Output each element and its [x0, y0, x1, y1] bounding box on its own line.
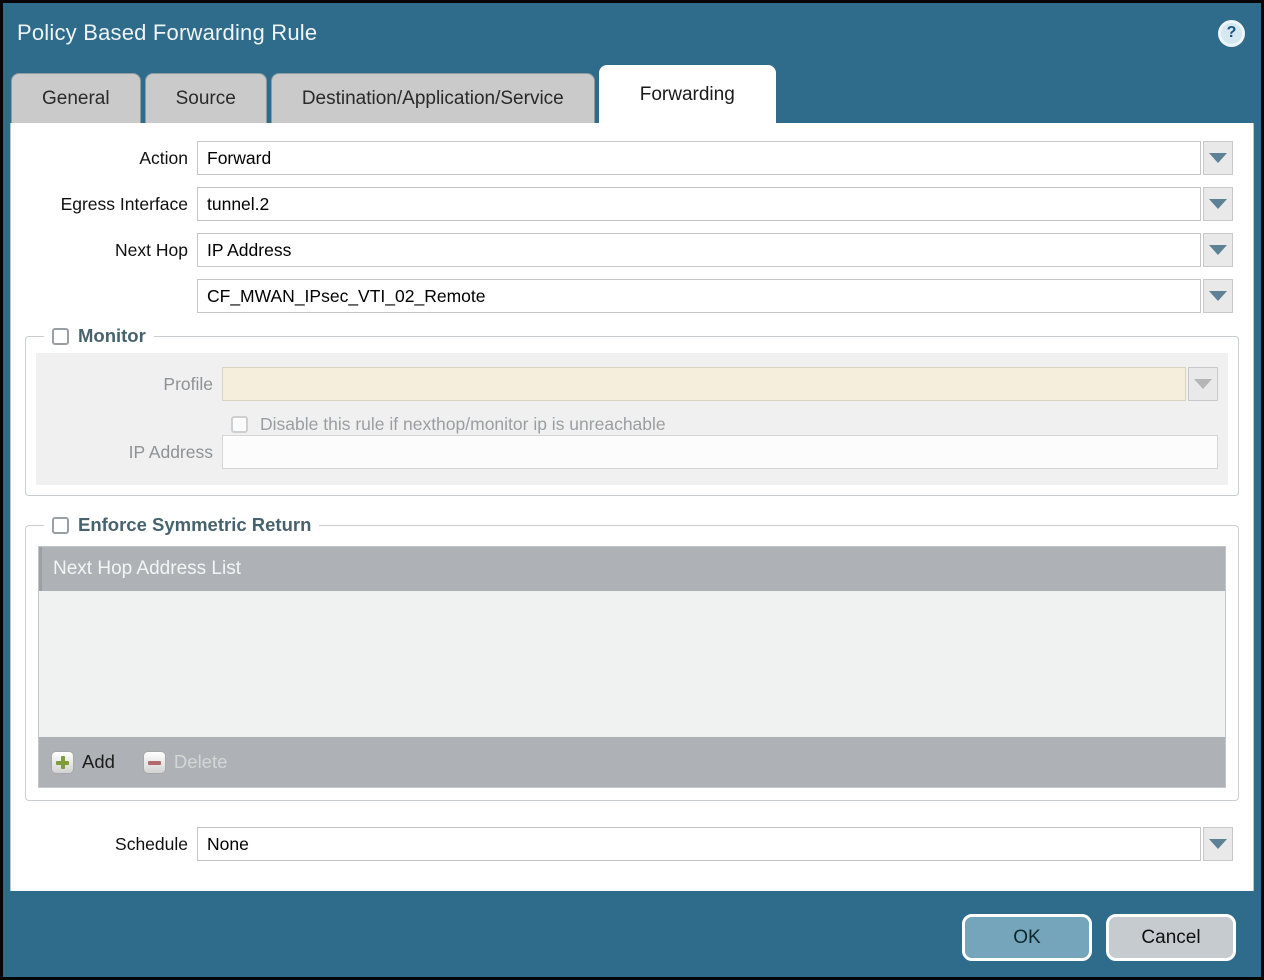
forwarding-panel: Action Egress Interface Next Hop: [10, 123, 1254, 891]
profile-combobox: [222, 367, 1186, 401]
chevron-down-icon: [1209, 291, 1227, 301]
tab-label: Source: [176, 88, 236, 110]
plus-icon: [51, 751, 74, 774]
ok-button[interactable]: OK: [962, 914, 1092, 961]
monitor-ip-input: [222, 435, 1218, 469]
monitor-legend: Monitor: [78, 325, 146, 347]
action-dropdown-button[interactable]: [1203, 141, 1233, 175]
dialog-footer: OK Cancel: [962, 914, 1236, 961]
tab-label: Destination/Application/Service: [302, 88, 564, 110]
monitor-section: Monitor Profile Disable this rule if nex…: [25, 325, 1239, 496]
symmetric-return-checkbox[interactable]: [52, 517, 69, 534]
schedule-label: Schedule: [11, 834, 197, 855]
monitor-ip-label: IP Address: [36, 442, 222, 463]
disable-rule-checkbox: [231, 416, 248, 433]
profile-dropdown-button: [1188, 367, 1218, 401]
next-hop-value-row: [11, 279, 1233, 313]
next-hop-address-dropdown-button[interactable]: [1203, 279, 1233, 313]
symmetric-return-section: Enforce Symmetric Return Next Hop Addres…: [25, 514, 1239, 801]
next-hop-address-combobox[interactable]: [197, 279, 1201, 313]
table-footer: Add Delete: [39, 737, 1225, 787]
action-label: Action: [11, 148, 197, 169]
title-bar: Policy Based Forwarding Rule ?: [3, 3, 1261, 63]
tab-label: General: [42, 88, 110, 110]
table-header-label: Next Hop Address List: [53, 558, 241, 580]
chevron-down-icon: [1209, 153, 1227, 163]
tab-destination-application-service[interactable]: Destination/Application/Service: [271, 73, 595, 123]
tab-general[interactable]: General: [11, 73, 141, 123]
next-hop-label: Next Hop: [11, 240, 197, 261]
monitor-ip-row: IP Address: [36, 435, 1218, 469]
table-body[interactable]: [39, 591, 1225, 737]
add-button[interactable]: Add: [51, 751, 115, 774]
tab-bar: General Source Destination/Application/S…: [3, 63, 1261, 123]
delete-button-label: Delete: [174, 751, 227, 773]
schedule-dropdown-button[interactable]: [1203, 827, 1233, 861]
tab-source[interactable]: Source: [145, 73, 267, 123]
profile-label: Profile: [36, 374, 222, 395]
disable-rule-row: Disable this rule if nexthop/monitor ip …: [231, 414, 1228, 435]
pbf-rule-dialog: Policy Based Forwarding Rule ? General S…: [0, 0, 1264, 980]
chevron-down-icon: [1209, 199, 1227, 209]
egress-interface-dropdown-button[interactable]: [1203, 187, 1233, 221]
action-combobox[interactable]: [197, 141, 1201, 175]
profile-row: Profile: [36, 367, 1218, 401]
symmetric-return-legend: Enforce Symmetric Return: [78, 514, 311, 536]
tab-label: Forwarding: [640, 84, 735, 106]
action-row: Action: [11, 141, 1233, 175]
dialog-title: Policy Based Forwarding Rule: [17, 20, 1218, 46]
help-button[interactable]: ?: [1218, 20, 1245, 47]
tab-forwarding[interactable]: Forwarding: [599, 65, 776, 123]
chevron-down-icon: [1209, 245, 1227, 255]
minus-icon: [143, 751, 166, 774]
help-icon: ?: [1227, 24, 1237, 42]
chevron-down-icon: [1209, 839, 1227, 849]
egress-interface-row: Egress Interface: [11, 187, 1233, 221]
next-hop-address-table: Next Hop Address List Add Delete: [38, 546, 1226, 788]
disable-rule-label: Disable this rule if nexthop/monitor ip …: [260, 414, 666, 435]
next-hop-type-combobox[interactable]: [197, 233, 1201, 267]
table-header: Next Hop Address List: [39, 547, 1225, 591]
delete-button: Delete: [143, 751, 227, 774]
schedule-row: Schedule: [11, 827, 1233, 861]
next-hop-type-dropdown-button[interactable]: [1203, 233, 1233, 267]
egress-interface-combobox[interactable]: [197, 187, 1201, 221]
schedule-combobox[interactable]: [197, 827, 1201, 861]
add-button-label: Add: [82, 751, 115, 773]
monitor-body: Profile Disable this rule if nexthop/mon…: [36, 353, 1228, 485]
monitor-checkbox[interactable]: [52, 328, 69, 345]
next-hop-row: Next Hop: [11, 233, 1233, 267]
egress-interface-label: Egress Interface: [11, 194, 197, 215]
chevron-down-icon: [1194, 379, 1212, 389]
cancel-button[interactable]: Cancel: [1106, 914, 1236, 961]
